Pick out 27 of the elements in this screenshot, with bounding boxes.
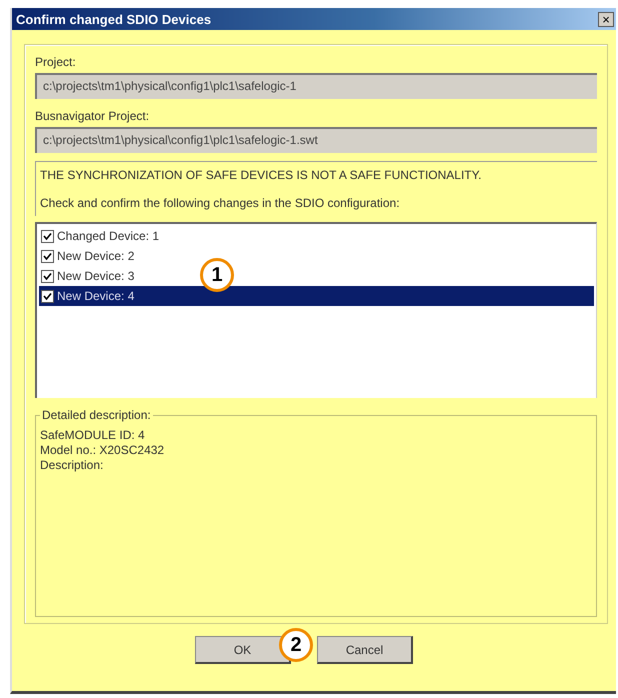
device-label: New Device: 3 [57, 269, 134, 283]
dialog-button[interactable]: OK [195, 636, 291, 664]
dialog-button[interactable]: Cancel [317, 636, 413, 664]
window-title: Confirm changed SDIO Devices [16, 12, 212, 26]
description-line: SafeMODULE ID: 4 [40, 428, 146, 442]
checkbox[interactable] [41, 270, 54, 282]
panel-legend: Detailed description: [40, 408, 153, 422]
device-label: New Device: 2 [57, 249, 134, 263]
device-list-item[interactable]: Changed Device: 1 [39, 226, 164, 246]
description-line: Model no.: X20SC2432 [40, 443, 166, 457]
checkbox[interactable] [41, 230, 54, 242]
checkbox[interactable] [41, 250, 54, 262]
instruction-text: Check and confirm the following changes in the SDIO configuration: [40, 196, 401, 210]
busnavigator-project-field[interactable]: c:\projects\tm1\physical\config1\plc1\safelogic-1.swt [35, 127, 597, 153]
device-label: New Device: 4 [57, 289, 134, 303]
close-button[interactable]: × [598, 12, 614, 26]
device-label: Changed Device: 1 [57, 229, 160, 243]
checkbox[interactable] [41, 290, 54, 302]
field-label: Busnavigator Project: [35, 109, 150, 123]
description-line: Description: [40, 458, 104, 472]
field-label: Project: [35, 55, 77, 69]
device-list-item[interactable]: New Device: 2 [39, 246, 138, 266]
project-field[interactable]: c:\projects\tm1\physical\config1\plc1\safelogic-1 [35, 73, 597, 99]
device-list-item[interactable]: New Device: 4 [39, 286, 594, 306]
warning-text: THE SYNCHRONIZATION OF SAFE DEVICES IS NOT A SAFE FUNCTIONALITY. [40, 168, 482, 182]
device-list-item[interactable]: New Device: 3 [39, 266, 138, 286]
callout-tooltip: 2 [279, 628, 313, 662]
